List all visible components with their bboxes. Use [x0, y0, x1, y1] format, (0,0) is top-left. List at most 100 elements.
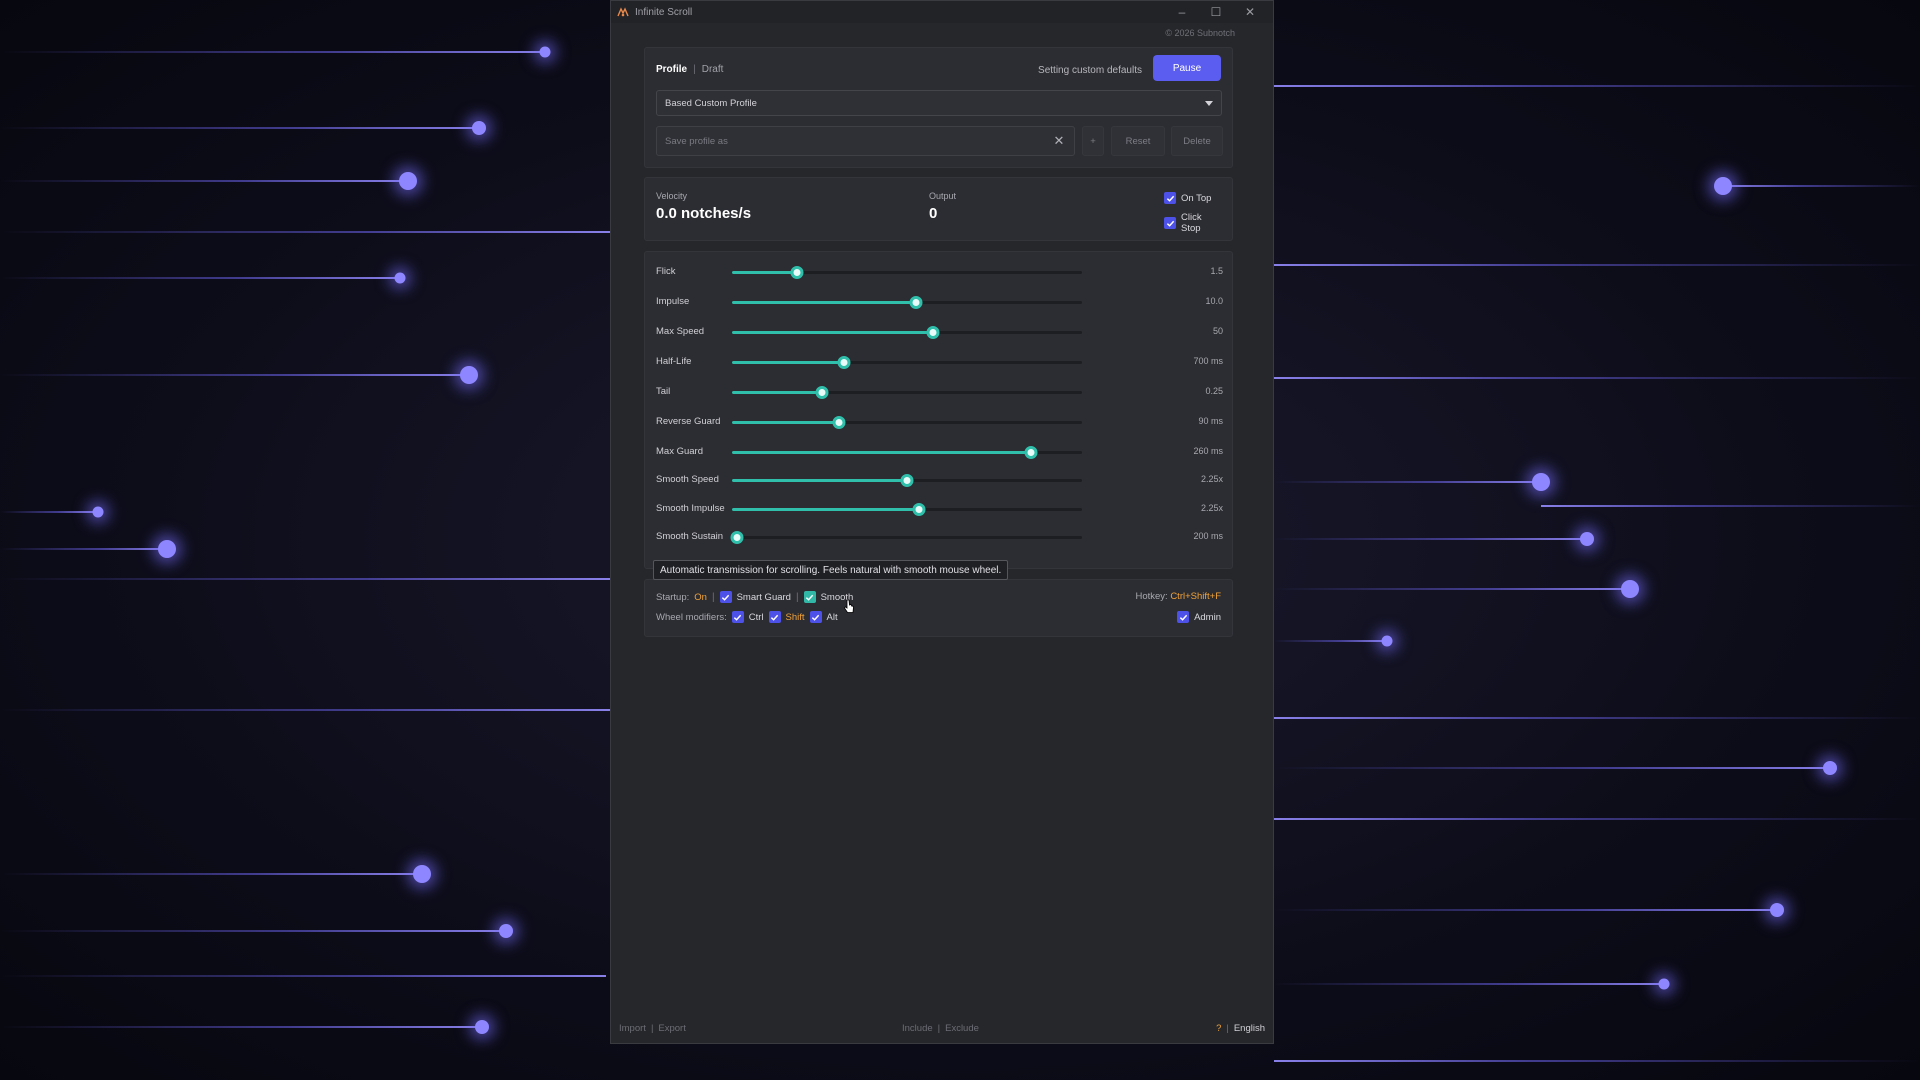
slider-fill [732, 361, 844, 364]
include-link[interactable]: Include [902, 1023, 933, 1034]
slider-track[interactable] [732, 474, 1082, 487]
on-top-option[interactable]: On Top [1164, 192, 1221, 204]
exclude-link[interactable]: Exclude [945, 1023, 979, 1034]
tab-profile[interactable]: Profile [656, 64, 687, 75]
add-profile-button[interactable]: + [1082, 126, 1104, 156]
admin-checkbox[interactable] [1177, 611, 1190, 623]
slider-thumb[interactable] [790, 266, 804, 279]
slider-track[interactable] [732, 446, 1082, 459]
tab-draft[interactable]: Draft [702, 64, 724, 75]
smooth-tooltip: Automatic transmission for scrolling. Fe… [653, 560, 1009, 580]
slider-label: Smooth Speed [656, 474, 719, 485]
smart-guard-checkbox[interactable] [719, 591, 732, 603]
hotkey-value: Ctrl+Shift+F [1170, 591, 1221, 602]
output-value: 0 [929, 205, 938, 222]
slider-value: 1.5 [1210, 266, 1223, 276]
language-selector[interactable]: English [1234, 1023, 1265, 1034]
slider-thumb[interactable] [815, 386, 829, 399]
shift-checkbox[interactable] [768, 611, 781, 623]
smart-guard-label: Smart Guard [736, 591, 791, 603]
hotkey-display[interactable]: Hotkey: Ctrl+Shift+F [1135, 591, 1221, 602]
minimize-button[interactable]: – [1165, 1, 1199, 23]
slider-row: Reverse Guard 90 ms [645, 412, 1232, 432]
slider-label: Impulse [656, 296, 690, 307]
slider-track[interactable] [732, 266, 1082, 279]
admin-option[interactable]: Admin [1177, 611, 1221, 623]
slider-track[interactable] [732, 416, 1082, 429]
slider-fill [732, 451, 1032, 454]
slider-fill [732, 391, 822, 394]
slider-row: Half-Life 700 ms [645, 352, 1232, 372]
profile-dropdown-value: Based Custom Profile [665, 97, 757, 109]
smooth-checkbox[interactable] [803, 591, 816, 603]
slider-row: Smooth Impulse 2.25x [645, 499, 1232, 519]
slider-value: 2.25x [1200, 503, 1223, 513]
slider-value: 0.25 [1205, 386, 1223, 396]
slider-thumb[interactable] [832, 416, 846, 429]
slider-value: 200 ms [1193, 531, 1223, 541]
slider-fill [732, 331, 934, 334]
close-button[interactable]: ✕ [1233, 1, 1267, 23]
slider-row: Max Speed 50 [645, 322, 1232, 342]
save-profile-input[interactable] [665, 135, 1052, 147]
save-profile-field[interactable]: ✕ [656, 126, 1075, 156]
profile-panel: Profile | Draft Setting custom defaults … [644, 47, 1233, 168]
on-top-checkbox[interactable] [1164, 192, 1176, 204]
maximize-button[interactable]: ☐ [1199, 1, 1233, 23]
slider-label: Flick [656, 266, 676, 277]
ctrl-label: Ctrl [748, 611, 764, 623]
slider-track[interactable] [732, 356, 1082, 369]
slider-track[interactable] [732, 326, 1082, 339]
slider-track[interactable] [732, 386, 1082, 399]
startup-row: Startup: On | Smart Guard | Smooth [656, 591, 854, 603]
status-text: Setting custom defaults [1038, 65, 1142, 76]
import-link[interactable]: Import [619, 1023, 646, 1034]
slider-fill [732, 421, 839, 424]
wheel-modifiers-label: Wheel modifiers: [656, 611, 727, 623]
ctrl-checkbox[interactable] [731, 611, 744, 623]
slider-value: 2.25x [1200, 474, 1223, 484]
click-stop-option[interactable]: Click Stop [1164, 212, 1221, 234]
metrics-panel: Velocity 0.0 notches/s Output 0 On Top C… [644, 177, 1233, 241]
startup-value[interactable]: On [694, 592, 707, 603]
clear-icon[interactable]: ✕ [1052, 133, 1066, 148]
slider-thumb[interactable] [926, 326, 940, 339]
slider-thumb[interactable] [909, 296, 923, 309]
options-panel: Startup: On | Smart Guard | Smooth Wheel… [644, 579, 1233, 637]
slider-row: Flick 1.5 [645, 262, 1232, 282]
sliders-panel: Flick 1.5 Impulse 10.0 Max Speed 50 Half-Life 7… [644, 251, 1233, 569]
slider-thumb[interactable] [730, 531, 744, 544]
slider-row: Impulse 10.0 [645, 292, 1232, 312]
velocity-label: Velocity [656, 191, 688, 201]
slider-row: Smooth Sustain 200 ms [645, 527, 1232, 547]
click-stop-checkbox[interactable] [1164, 217, 1176, 229]
slider-track[interactable] [732, 296, 1082, 309]
velocity-value: 0.0 notches/s [656, 205, 752, 222]
title-bar[interactable]: Infinite Scroll – ☐ ✕ [611, 1, 1273, 23]
slider-thumb[interactable] [837, 356, 851, 369]
slider-label: Tail [656, 386, 671, 397]
export-link[interactable]: Export [658, 1023, 685, 1034]
slider-thumb[interactable] [900, 474, 914, 487]
slider-fill [732, 479, 907, 482]
alt-label: Alt [826, 611, 838, 623]
mouse-cursor-icon [844, 599, 854, 613]
admin-label: Admin [1194, 611, 1221, 623]
footer: Import | Export Include | Exclude ? | En… [619, 1023, 1265, 1034]
slider-label: Reverse Guard [656, 416, 721, 427]
profile-dropdown[interactable]: Based Custom Profile [656, 90, 1222, 116]
help-icon[interactable]: ? [1216, 1023, 1221, 1034]
slider-thumb[interactable] [1024, 446, 1038, 459]
slider-thumb[interactable] [912, 503, 926, 516]
slider-value: 10.0 [1205, 296, 1223, 306]
slider-track[interactable] [730, 531, 1082, 544]
delete-button[interactable]: Delete [1171, 126, 1223, 156]
copyright-text: © 2026 Subnotch [1165, 28, 1235, 38]
slider-track[interactable] [732, 503, 1082, 516]
slider-value: 50 [1212, 326, 1223, 336]
reset-button[interactable]: Reset [1111, 126, 1165, 156]
alt-checkbox[interactable] [809, 611, 822, 623]
pause-button[interactable]: Pause [1153, 55, 1221, 81]
hotkey-label: Hotkey: [1135, 591, 1168, 602]
tab-separator: | [693, 64, 696, 75]
